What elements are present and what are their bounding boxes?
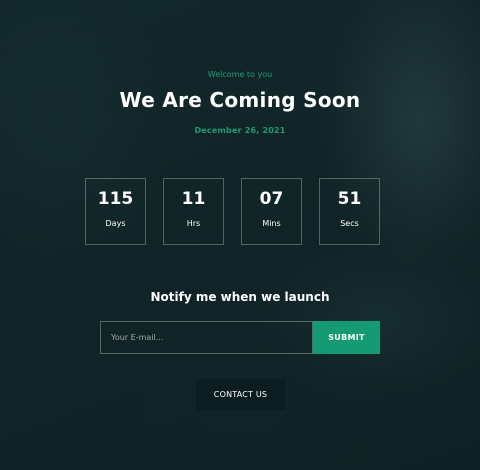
countdown-minutes-label: Mins (262, 219, 281, 228)
notify-heading: Notify me when we launch (150, 290, 330, 304)
countdown-hours-label: Hrs (186, 219, 201, 228)
subscribe-form: SUBMIT (100, 321, 380, 354)
countdown-days-value: 115 (97, 189, 134, 209)
countdown-seconds-value: 51 (337, 189, 362, 209)
submit-button[interactable]: SUBMIT (313, 321, 380, 354)
countdown-seconds-label: Secs (340, 219, 359, 228)
coming-soon-page: Welcome to you We Are Coming Soon Decemb… (0, 0, 480, 470)
countdown-minutes-value: 07 (259, 189, 284, 209)
countdown-hours-value: 11 (181, 189, 206, 209)
countdown-days: 115 Days (85, 178, 146, 245)
contact-us-button[interactable]: CONTACT US (196, 379, 285, 410)
launch-date: December 26, 2021 (194, 126, 286, 135)
countdown-timer: 115 Days 11 Hrs 07 Mins 51 Secs (85, 178, 395, 245)
welcome-text: Welcome to you (207, 70, 273, 79)
email-input[interactable] (100, 321, 313, 354)
countdown-days-label: Days (105, 219, 126, 228)
countdown-minutes: 07 Mins (241, 178, 302, 245)
countdown-seconds: 51 Secs (319, 178, 380, 245)
countdown-hours: 11 Hrs (163, 178, 224, 245)
page-title: We Are Coming Soon (119, 88, 361, 112)
